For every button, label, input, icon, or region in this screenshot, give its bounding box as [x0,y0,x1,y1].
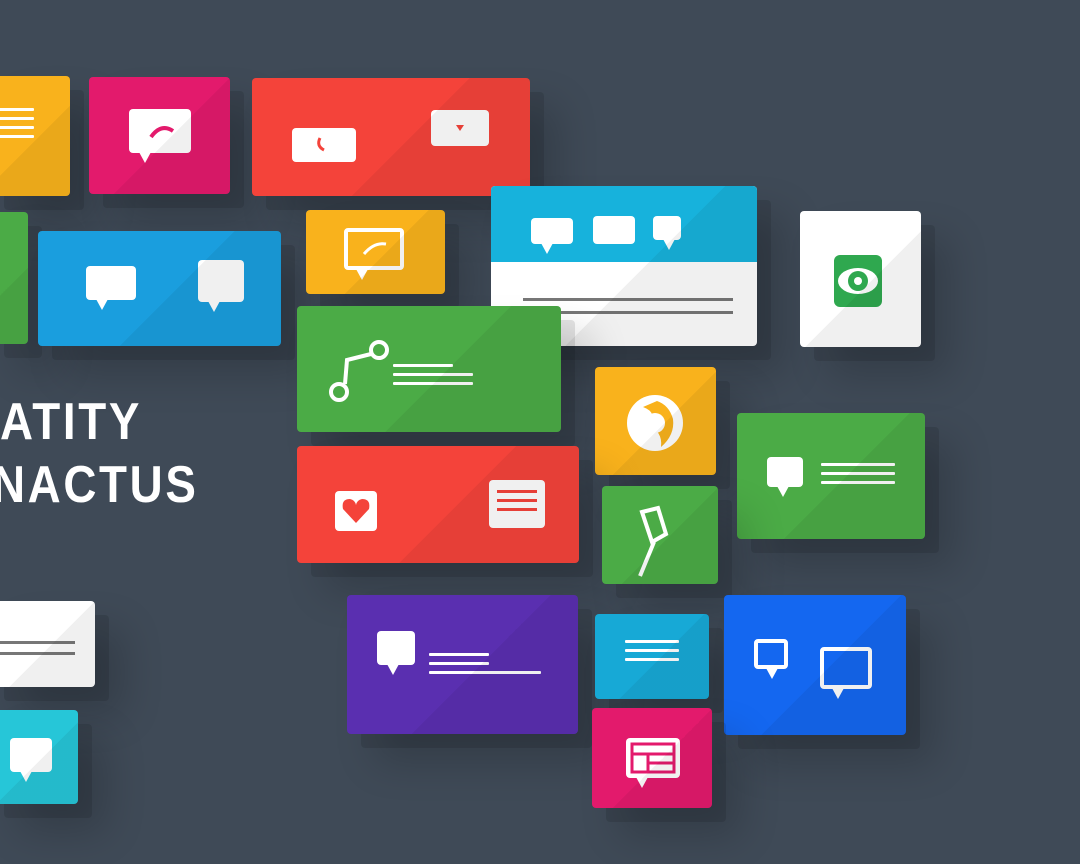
headline-line-1: ATITY [0,393,142,451]
text-lines-icon [489,480,545,528]
yellow-globe-tile[interactable] [595,367,716,475]
share-node-icon [329,340,389,402]
chat-bubble-icon [10,738,52,782]
text-lines-icon [429,653,541,680]
chat-bubble-icon [754,639,788,679]
text-lines-icon [821,463,895,490]
globe-icon [627,395,683,451]
pen-icon [638,505,669,577]
chat-bubble-icon [531,218,573,254]
blue-double-chat-tile[interactable] [724,595,906,735]
green-share-tile[interactable] [297,306,561,432]
magenta-calendar-tile[interactable] [592,708,712,808]
purple-chat-tile[interactable] [347,595,578,734]
text-lines-icon [0,108,34,144]
magenta-chat-tile[interactable] [89,77,230,194]
headline-line-2: NACTUS [0,456,199,514]
chat-bubble-icon [129,109,191,163]
red-heart-tile[interactable] [297,446,579,563]
message-card-icon [292,128,356,162]
cyan-lines-tile[interactable] [595,614,709,699]
white-lines-tile[interactable] [0,601,95,687]
blue-chat-tile[interactable] [38,231,281,346]
green-chat-lines-tile[interactable] [737,413,925,539]
white-eye-tile[interactable] [800,211,921,347]
yellow-lines-tile[interactable] [0,76,70,196]
red-two-bubbles-tile[interactable] [252,78,530,196]
text-lines-icon [0,641,75,655]
chat-bubble-icon [653,216,681,250]
message-card-icon [431,110,489,146]
chat-bubble-icon [593,216,635,244]
chat-bubble-icon [767,457,803,497]
chat-bubble-icon [86,266,136,310]
green-pen-tile[interactable] [602,486,718,584]
chat-bubble-icon [198,260,244,312]
green-edge-tile[interactable] [0,212,28,344]
text-lines-icon [393,364,473,391]
eye-icon [834,255,882,307]
chat-bubble-icon [344,228,404,280]
heart-icon [335,491,377,531]
chat-bubble-icon [820,647,872,699]
text-lines-icon [625,640,679,667]
yellow-chat-tile[interactable] [306,210,445,294]
calendar-icon [626,738,680,788]
chat-bubble-icon [377,631,415,675]
teal-chat-tile[interactable] [0,710,78,804]
